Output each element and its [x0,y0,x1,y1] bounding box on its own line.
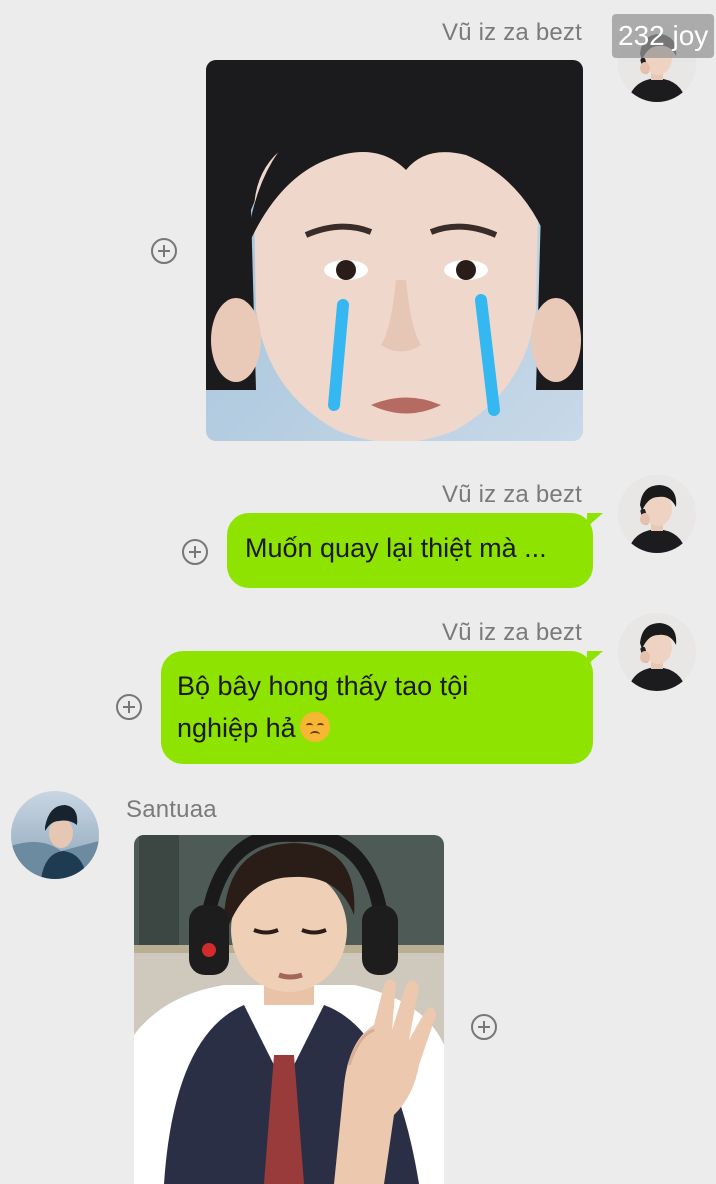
message-text: nghiệp hả [177,713,296,743]
user-avatar-image [618,613,696,691]
user-avatar-image [618,475,696,553]
headphones-meme-image [134,835,444,1184]
message-image[interactable] [206,60,583,441]
sender-name: Vũ iz za bezt [442,481,583,508]
add-reaction-icon[interactable] [116,694,142,720]
message-text-line: Bộ bây hong thấy tao tội [177,671,469,701]
add-reaction-icon[interactable] [182,539,208,565]
overlay-badge: 232 joy [612,14,715,58]
chat-screen: Vũ iz za bezt Vũ iz za bezt Muốn quay lạ… [0,0,716,1184]
contact-avatar-image [11,791,99,879]
crying-face-sticker-image [206,60,583,441]
message-bubble[interactable]: Muốn quay lại thiệt mà ... [227,513,603,588]
message-text-line-with-emoji: nghiệp hả [177,707,577,749]
add-reaction-icon[interactable] [471,1014,497,1040]
add-reaction-icon[interactable] [151,238,177,264]
avatar[interactable] [11,791,99,879]
sender-name: Santuaa [126,796,217,823]
message-bubble[interactable]: Bộ bây hong thấy tao tội nghiệp hả [161,651,603,764]
sender-name: Vũ iz za bezt [442,19,583,46]
sender-name: Vũ iz za bezt [442,619,583,646]
avatar[interactable] [618,475,696,553]
message-text: Muốn quay lại thiệt mà ... [245,533,547,563]
avatar[interactable] [618,613,696,691]
disappointed-face-icon [299,712,330,742]
message-image[interactable] [134,835,444,1184]
